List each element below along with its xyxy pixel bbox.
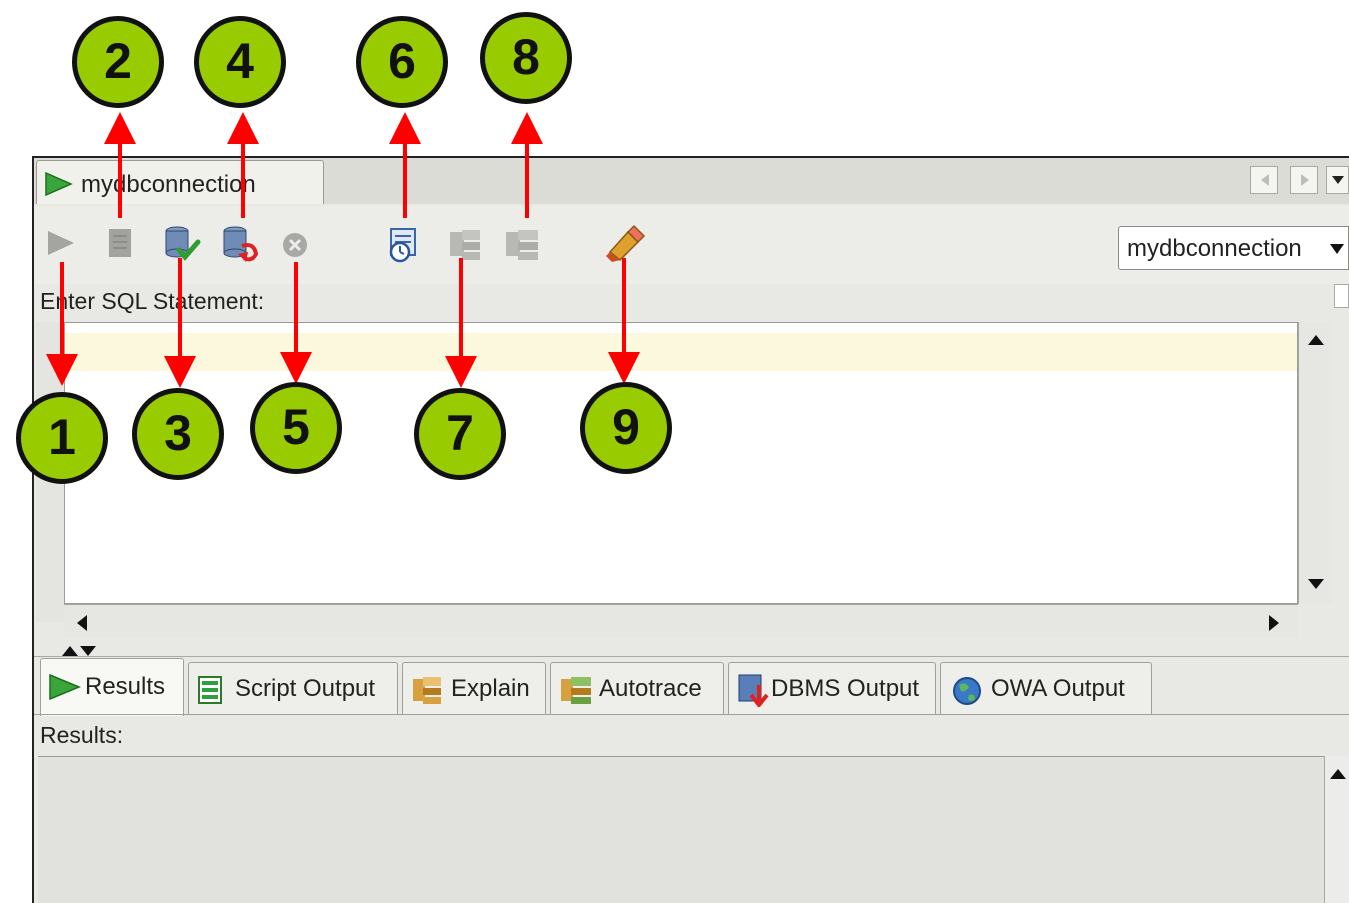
play-icon <box>49 673 81 701</box>
sql-history-button[interactable] <box>386 226 422 264</box>
tab-dbms-output-label: DBMS Output <box>771 675 920 702</box>
chevron-down-icon <box>1330 244 1344 254</box>
arrow-right-icon <box>1301 174 1309 186</box>
callout-badge-7: 7 <box>414 388 506 480</box>
current-line-highlight <box>65 333 1297 371</box>
results-vertical-scrollbar[interactable] <box>1324 756 1349 903</box>
editor-vertical-scrollbar[interactable] <box>1298 322 1332 604</box>
callout-badge-9: 9 <box>580 382 672 474</box>
callout-badge-4: 4 <box>194 16 286 108</box>
cancel-button[interactable] <box>280 230 310 260</box>
globe-icon <box>953 677 981 705</box>
scroll-up-icon[interactable] <box>1307 334 1325 346</box>
autotrace-icon <box>561 677 591 704</box>
tab-list-button[interactable] <box>1326 166 1349 194</box>
tab-dbms-output[interactable]: DBMS Output <box>728 662 936 714</box>
callout-badge-8: 8 <box>480 12 572 104</box>
callout-badge-6: 6 <box>356 16 448 108</box>
run-script-button[interactable] <box>106 226 134 260</box>
run-statement-button[interactable] <box>44 228 78 258</box>
tab-script-output[interactable]: Script Output <box>188 662 398 714</box>
chevron-down-icon <box>1332 176 1344 184</box>
scroll-up-icon[interactable] <box>1329 768 1347 780</box>
tab-owa-output-label: OWA Output <box>991 675 1125 702</box>
scroll-right-icon[interactable] <box>1268 614 1280 632</box>
callout-badge-5: 5 <box>250 382 342 474</box>
tab-explain-label: Explain <box>451 675 530 702</box>
sql-statement-label: Enter SQL Statement: <box>40 288 265 314</box>
tab-autotrace-label: Autotrace <box>599 675 702 702</box>
scroll-down-icon[interactable] <box>1307 578 1325 590</box>
callout-badge-2: 2 <box>72 16 164 108</box>
connection-select[interactable]: mydbconnection <box>1118 226 1349 270</box>
explain-icon <box>413 677 441 704</box>
splitter-divider <box>34 656 1349 657</box>
results-grid[interactable] <box>38 756 1324 903</box>
sql-editor[interactable] <box>64 322 1298 604</box>
autotrace-button[interactable] <box>504 228 544 262</box>
script-output-icon <box>198 676 222 704</box>
tab-scroll-right-button[interactable] <box>1290 166 1318 194</box>
tab-results-label: Results <box>85 673 166 700</box>
results-label: Results: <box>40 722 124 748</box>
play-icon <box>45 171 73 197</box>
panel-toggle-box[interactable] <box>1334 284 1349 308</box>
tab-bar-divider <box>34 714 1349 715</box>
editor-tab[interactable]: mydbconnection <box>36 160 324 204</box>
editor-horizontal-scrollbar[interactable] <box>64 604 1298 638</box>
tab-script-output-label: Script Output <box>235 675 376 702</box>
callout-badge-3: 3 <box>132 388 224 480</box>
scroll-left-icon[interactable] <box>76 614 88 632</box>
arrow-left-icon <box>1261 174 1269 186</box>
tab-autotrace[interactable]: Autotrace <box>550 662 724 714</box>
rollback-button[interactable] <box>220 224 262 264</box>
tab-owa-output[interactable]: OWA Output <box>940 662 1152 714</box>
clear-button[interactable] <box>604 224 646 264</box>
tab-scroll-left-button[interactable] <box>1250 166 1278 194</box>
connection-select-value: mydbconnection <box>1127 235 1302 262</box>
explain-plan-button[interactable] <box>448 228 486 262</box>
editor-tab-label: mydbconnection <box>81 171 256 198</box>
callout-badge-1: 1 <box>16 392 108 484</box>
tab-explain[interactable]: Explain <box>402 662 546 714</box>
commit-button[interactable] <box>162 224 202 264</box>
dbms-output-icon <box>738 674 769 707</box>
tab-results[interactable]: Results <box>40 658 184 716</box>
